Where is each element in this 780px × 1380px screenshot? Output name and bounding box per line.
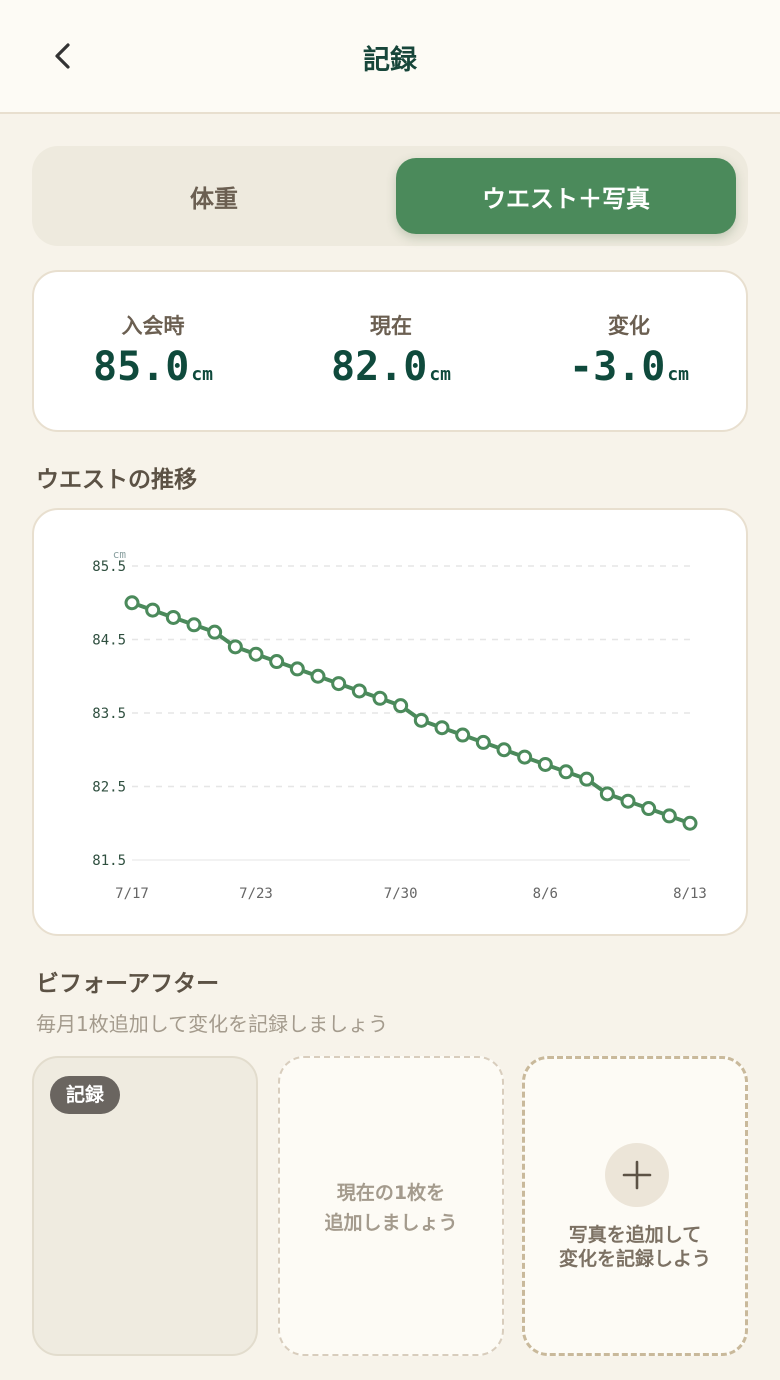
before-after-title: ビフォーアフター — [36, 971, 220, 997]
stat-change-label: 変化 — [608, 314, 650, 338]
tab-weight[interactable]: 体重 — [44, 158, 384, 234]
data-point — [393, 698, 409, 714]
data-point — [372, 690, 388, 706]
y-tick-label: 83.5 — [92, 706, 126, 722]
stat-initial-value-wrap: 85.0 cm — [34, 344, 272, 390]
data-point — [599, 786, 615, 802]
photo-slot-recorded[interactable]: 記録 — [32, 1056, 258, 1356]
data-point — [227, 639, 243, 655]
stat-initial: 入会時 85.0 cm — [34, 272, 272, 434]
add-photo-button[interactable]: 写真を追加して 変化を記録しよう — [522, 1056, 748, 1356]
page-title: 記録 — [363, 45, 417, 76]
data-point — [455, 727, 471, 743]
y-tick-label: 82.5 — [92, 780, 126, 796]
data-point — [289, 661, 305, 677]
x-tick-label: 7/23 — [239, 886, 273, 902]
stat-current-value-wrap: 82.0 cm — [272, 344, 510, 390]
y-unit-label: cm — [113, 548, 127, 561]
x-tick-label: 7/17 — [115, 886, 149, 902]
photo-current-text-1: 現在の1枚を — [336, 1182, 446, 1204]
data-point — [248, 646, 264, 662]
data-point — [537, 756, 553, 772]
data-point — [165, 609, 181, 625]
stat-change: 変化 -3.0 cm — [510, 272, 748, 434]
data-point — [351, 683, 367, 699]
data-point — [413, 712, 429, 728]
data-point — [331, 676, 347, 692]
waist-trend-title: ウエストの推移 — [36, 467, 197, 493]
stat-current: 現在 82.0 cm — [272, 272, 510, 434]
data-point — [496, 742, 512, 758]
photo-current-text-2: 追加しましょう — [324, 1212, 458, 1234]
tab-waist-photo[interactable]: ウエスト＋写真 — [396, 158, 736, 234]
data-point — [186, 617, 202, 633]
plus-circle — [605, 1143, 669, 1207]
x-tick-label: 7/30 — [384, 886, 418, 902]
data-point — [475, 734, 491, 750]
record-badge: 記録 — [50, 1076, 121, 1114]
waist-chart-card: 85.5 84.5 83.5 82.5 81.5 cm 7/17 7/23 7/30 8/6 8/1… — [32, 508, 748, 936]
waist-stats-card: 入会時 85.0 cm 現在 82.0 cm 変化 -3.0 cm — [32, 270, 748, 432]
waist-line-chart: 85.5 84.5 83.5 82.5 81.5 cm 7/17 7/23 7/30 8/6 8/1… — [92, 548, 707, 902]
data-point — [620, 793, 636, 809]
stat-current-label: 現在 — [370, 314, 412, 338]
stat-change-unit: cm — [667, 364, 689, 385]
add-photo-text-1: 写真を追加して — [568, 1224, 702, 1246]
stat-initial-unit: cm — [191, 364, 213, 385]
header-bar: 記録 — [0, 0, 780, 114]
data-point — [269, 654, 285, 670]
data-point — [517, 749, 533, 765]
data-point — [558, 764, 574, 780]
data-point — [682, 815, 698, 831]
y-tick-label: 85.5 — [92, 559, 126, 575]
data-point — [641, 801, 657, 817]
data-point — [310, 668, 326, 684]
x-tick-label: 8/13 — [673, 886, 707, 902]
plus-icon — [622, 1160, 652, 1190]
stat-current-unit: cm — [429, 364, 451, 385]
before-after-subtitle: 毎月1枚追加して変化を記録しましょう — [36, 1012, 389, 1036]
stat-change-value: -3.0 — [568, 344, 666, 390]
data-point — [661, 808, 677, 824]
add-photo-text-2: 変化を記録しよう — [558, 1248, 711, 1270]
stat-initial-value: 85.0 — [92, 344, 190, 390]
data-point — [434, 720, 450, 736]
data-point — [124, 595, 140, 611]
photo-slot-current[interactable]: 現在の1枚を 追加しましょう — [278, 1056, 504, 1356]
data-point — [207, 624, 223, 640]
tab-switcher: 体重 ウエスト＋写真 — [32, 146, 748, 246]
stat-change-value-wrap: -3.0 cm — [510, 344, 748, 390]
data-point — [579, 771, 595, 787]
y-tick-label: 84.5 — [92, 633, 126, 649]
stat-initial-label: 入会時 — [121, 314, 185, 338]
data-point — [145, 602, 161, 618]
x-tick-label: 8/6 — [533, 886, 558, 902]
y-tick-label: 81.5 — [92, 853, 126, 869]
stat-current-value: 82.0 — [330, 344, 428, 390]
